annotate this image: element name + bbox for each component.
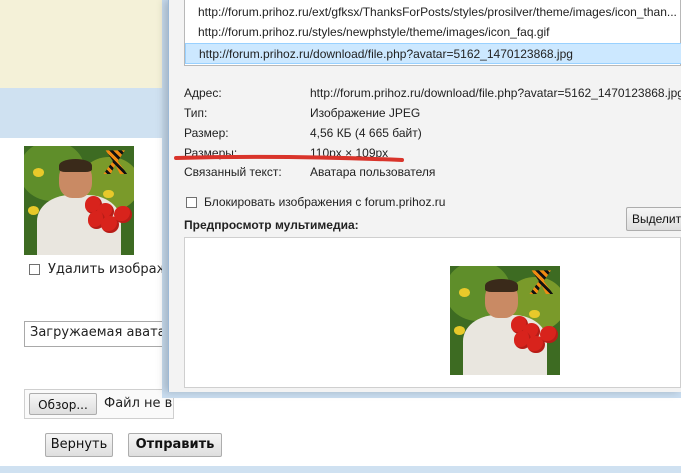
preview-avatar-image xyxy=(450,266,560,375)
file-status-text: Файл не в xyxy=(104,396,173,411)
reset-button[interactable]: Вернуть xyxy=(45,433,113,457)
size-label: Размер: xyxy=(184,126,229,140)
block-images-label: Блокировать изображения с forum.prihoz.r… xyxy=(204,195,446,209)
type-value: Изображение JPEG xyxy=(310,106,421,120)
size-value: 4,56 КБ (4 665 байт) xyxy=(310,126,422,140)
submit-button[interactable]: Отправить xyxy=(128,433,222,457)
url-list-item[interactable]: http://forum.prihoz.ru/styles/newphstyle… xyxy=(185,22,681,43)
url-list-item[interactable]: http://forum.prihoz.ru/ext/gfksx/ThanksF… xyxy=(185,2,681,23)
type-label: Тип: xyxy=(184,106,208,120)
red-highlight-underline xyxy=(174,154,404,162)
avatar-type-select[interactable]: Загружаемая аватар xyxy=(24,321,174,347)
media-preview-label: Предпросмотр мультимедиа: xyxy=(184,218,359,232)
block-images-checkbox[interactable] xyxy=(186,197,197,208)
remove-avatar-checkbox[interactable] xyxy=(29,264,40,275)
dialog-frame-bottom xyxy=(162,392,681,398)
select-button[interactable]: Выделить xyxy=(626,207,681,231)
media-url-list[interactable]: http://forum.prihoz.ru/ext/gfksx/ThanksF… xyxy=(184,0,681,66)
url-list-item-selected[interactable]: http://forum.prihoz.ru/download/file.php… xyxy=(185,43,681,64)
associated-text-label: Связанный текст: xyxy=(184,165,282,179)
forum-footer-band xyxy=(0,466,681,473)
associated-text-value: Аватара пользователя xyxy=(310,165,436,179)
remove-avatar-label: Удалить изображ xyxy=(48,262,169,277)
address-label: Адрес: xyxy=(184,86,222,100)
browse-button[interactable]: Обзор... xyxy=(29,393,97,415)
media-preview-box xyxy=(184,237,681,388)
address-value: http://forum.prihoz.ru/download/file.php… xyxy=(310,86,681,100)
current-avatar-image xyxy=(24,146,134,255)
